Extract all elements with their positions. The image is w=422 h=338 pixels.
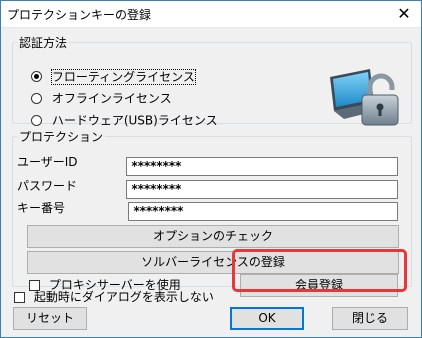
- check-option-button[interactable]: オプションのチェック: [27, 225, 399, 248]
- password-field[interactable]: ********: [126, 180, 398, 199]
- ok-button[interactable]: OK: [230, 307, 304, 330]
- checkbox-icon: [14, 292, 25, 303]
- close-button[interactable]: 閉じる: [332, 307, 408, 330]
- radio-label-floating: フローティングライセンス: [50, 68, 196, 85]
- radio-floating-license[interactable]: フローティングライセンス: [31, 67, 196, 85]
- registration-dialog: プロテクションキーの登録 ✕ 認証方法 フローティングライセンス オフラインライ…: [0, 0, 422, 338]
- auth-method-group: 認証方法 フローティングライセンス オフラインライセンス ハードウェア(USB)…: [12, 34, 412, 128]
- startup-dialog-checkbox-row[interactable]: 起動時にダイアログを表示しない: [14, 288, 214, 306]
- protection-legend: プロテクション: [19, 130, 104, 144]
- password-label: パスワード: [17, 179, 78, 193]
- window-title: プロテクションキーの登録: [7, 8, 152, 22]
- auth-method-legend: 認証方法: [19, 36, 68, 50]
- close-icon[interactable]: ✕: [393, 3, 415, 25]
- startup-dialog-label: 起動時にダイアログを表示しない: [33, 290, 214, 304]
- radio-label-offline: オフラインライセンス: [51, 91, 172, 106]
- highlight-frame: [232, 249, 407, 292]
- computer-lock-icon: [330, 69, 399, 126]
- radio-unchecked-icon: [31, 93, 42, 104]
- key-number-label: キー番号: [17, 201, 66, 215]
- radio-label-usb: ハードウェア(USB)ライセンス: [51, 113, 218, 128]
- radio-checked-icon: [31, 71, 42, 82]
- user-id-label: ユーザーID: [17, 155, 78, 169]
- title-bar: プロテクションキーの登録 ✕: [1, 1, 421, 28]
- user-id-field[interactable]: ********: [126, 157, 398, 176]
- reset-button[interactable]: リセット: [13, 307, 87, 330]
- radio-offline-license[interactable]: オフラインライセンス: [31, 89, 172, 107]
- radio-usb-license[interactable]: ハードウェア(USB)ライセンス: [31, 111, 218, 129]
- radio-unchecked-icon: [31, 115, 42, 126]
- key-number-field[interactable]: ********: [128, 202, 398, 221]
